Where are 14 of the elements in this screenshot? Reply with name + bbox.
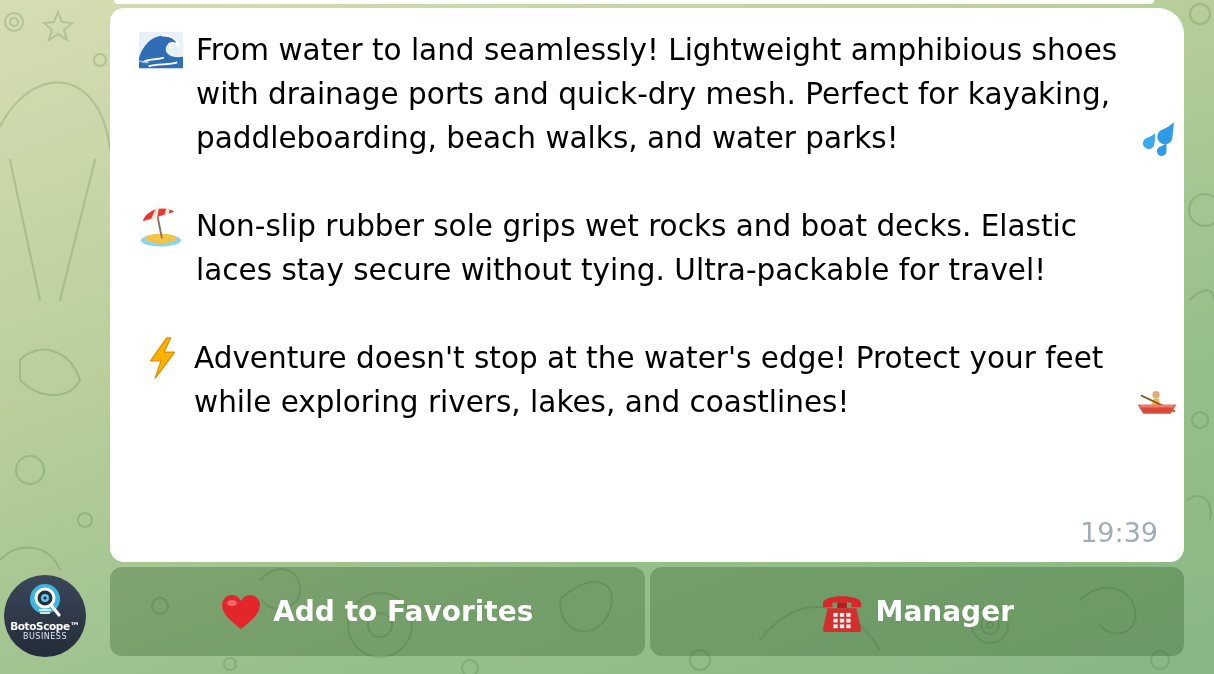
heart-icon: [221, 593, 262, 630]
brand-name: BotoScope™: [10, 620, 80, 632]
bot-avatar[interactable]: BotoScope™ BUSINESS: [4, 575, 86, 657]
message-text: Non-slip rubber sole grips wet rocks and boat decks. Elastic laces stay secure without tying. Ultra-packable for travel!: [196, 208, 1078, 289]
lens-logo-icon: [28, 583, 62, 619]
rowboat-icon: [1136, 388, 1178, 416]
message-text: Adventure doesn't stop at the water's edge! Protect your feet while exploring rivers, lakes, and coastlines!: [194, 340, 1105, 421]
wave-icon: [139, 31, 183, 69]
favorites-button[interactable]: Add to Favorites: [110, 567, 645, 656]
beach-umbrella-icon: [140, 205, 182, 247]
message-time: 19:39: [1080, 518, 1158, 548]
brand-tagline: BUSINESS: [23, 632, 67, 641]
message-text: From water to land seamlessly! Lightweight amphibious shoes with drainage ports and quick-dry mesh. Perfect for kayaking, paddleboarding, beach walks, and water parks!: [196, 32, 1119, 157]
manager-button[interactable]: Manager: [649, 567, 1184, 656]
